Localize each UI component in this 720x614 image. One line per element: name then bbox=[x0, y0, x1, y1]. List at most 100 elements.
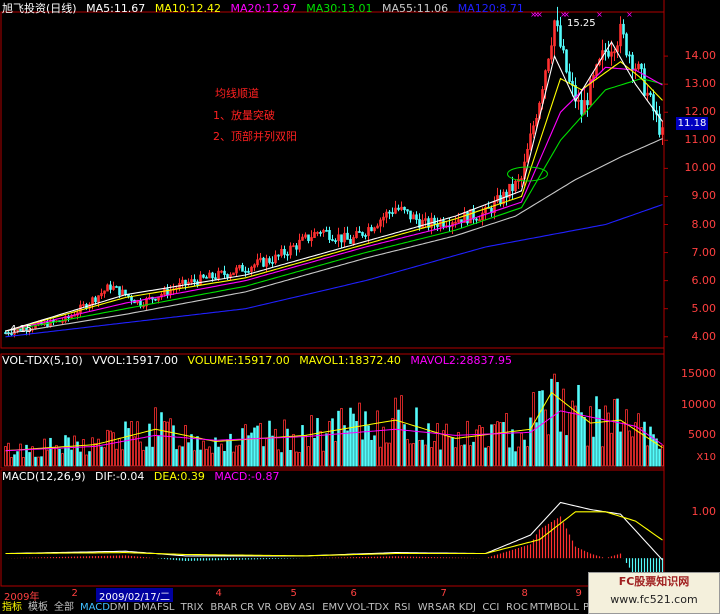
volume-bar bbox=[541, 390, 544, 467]
ma120-value: MA120:8.71 bbox=[457, 2, 524, 15]
candle-body bbox=[184, 279, 187, 285]
indicator-tab-brar[interactable]: BRAR bbox=[210, 602, 237, 614]
candle-body bbox=[388, 211, 391, 214]
low-price-label: 4.15 bbox=[10, 324, 33, 335]
candle-body bbox=[166, 288, 169, 296]
volume-bar bbox=[397, 409, 400, 467]
volume-bar bbox=[52, 446, 55, 467]
month-label: 2 bbox=[71, 588, 78, 599]
indicator-tab-vr[interactable]: VR bbox=[258, 602, 272, 614]
indicator-tab-dmi[interactable]: DMI bbox=[110, 602, 129, 614]
volume-bar bbox=[106, 429, 109, 467]
volume-bar bbox=[316, 418, 319, 467]
volume-bar bbox=[490, 424, 493, 467]
volume-bar bbox=[439, 449, 442, 467]
candle-body bbox=[283, 249, 286, 255]
volume-bar bbox=[262, 446, 265, 467]
candle-body bbox=[559, 25, 562, 47]
candle-body bbox=[223, 270, 226, 275]
mavol1-value: MAVOL1:18372.40 bbox=[299, 354, 401, 367]
volume-bar bbox=[487, 446, 490, 467]
volume-bar bbox=[292, 433, 295, 467]
volume-bar bbox=[274, 428, 277, 467]
volume-bar bbox=[361, 439, 364, 467]
volume-bar bbox=[577, 384, 580, 467]
price-tick-label: 11.00 bbox=[684, 133, 717, 147]
volume-bar bbox=[529, 417, 532, 467]
indicator-tab-rsi[interactable]: RSI bbox=[394, 602, 410, 614]
volume-bar bbox=[415, 407, 418, 467]
high-price-label: 15.25 bbox=[567, 18, 596, 29]
volume-bar bbox=[73, 435, 76, 467]
chart-canvas[interactable]: ××× ×× × × bbox=[0, 0, 720, 614]
annotation-title: 均线顺道 bbox=[215, 87, 259, 100]
volume-bar bbox=[661, 445, 664, 467]
volume-bar bbox=[400, 395, 403, 467]
indicator-tab-emv[interactable]: EMV bbox=[322, 602, 344, 614]
volume-bar bbox=[163, 421, 166, 467]
indicator-tab-boll[interactable]: BOLL bbox=[553, 602, 579, 614]
volume-bar bbox=[127, 428, 130, 467]
price-panel-header: 旭飞投资(日线) MA5:11.67 MA10:12.42 MA20:12.97… bbox=[2, 2, 530, 16]
ma55-value: MA55:11.06 bbox=[381, 2, 449, 15]
volume-bar bbox=[145, 446, 148, 467]
indicator-tab-asi[interactable]: ASI bbox=[299, 602, 315, 614]
watermark-line-2: www.fc521.com bbox=[610, 593, 698, 606]
month-label: 4 bbox=[215, 588, 222, 599]
volume-bar bbox=[253, 427, 256, 467]
indicator-tab-roc[interactable]: ROC bbox=[506, 602, 528, 614]
vvol-value: VVOL:15917.00 bbox=[92, 354, 179, 367]
volume-bar bbox=[592, 436, 595, 467]
month-label: 8 bbox=[521, 588, 528, 599]
candle-body bbox=[358, 231, 361, 233]
indicator-tab-指标[interactable]: 指标 bbox=[2, 602, 22, 614]
volume-bar bbox=[520, 432, 523, 467]
month-label: 9 bbox=[575, 588, 582, 599]
candle-body bbox=[364, 235, 367, 237]
candle-body bbox=[391, 212, 394, 215]
candle-body bbox=[565, 49, 568, 73]
candle-body bbox=[319, 232, 322, 234]
indicator-tab-obv[interactable]: OBV bbox=[275, 602, 296, 614]
candle-body bbox=[193, 279, 196, 283]
indicator-tab-mtm[interactable]: MTM bbox=[530, 602, 553, 614]
candle-body bbox=[631, 54, 634, 71]
indicator-tab-dma[interactable]: DMA bbox=[133, 602, 156, 614]
ma-line-ma120 bbox=[5, 204, 663, 338]
indicator-tab-macd[interactable]: MACD bbox=[80, 602, 110, 614]
volume-bar bbox=[226, 439, 229, 467]
candle-body bbox=[478, 219, 481, 222]
indicator-tab-vol-tdx[interactable]: VOL-TDX bbox=[346, 602, 389, 614]
indicator-tab-trix[interactable]: TRIX bbox=[181, 602, 204, 614]
candle-body bbox=[331, 239, 334, 241]
indicator-tab-模板[interactable]: 模板 bbox=[28, 602, 48, 614]
watermark-logo: FC股票知识网 www.fc521.com bbox=[588, 572, 720, 614]
volume-bar bbox=[115, 448, 118, 467]
ma30-value: MA30:13.01 bbox=[306, 2, 373, 15]
volume-bar bbox=[349, 407, 352, 467]
indicator-tab-全部[interactable]: 全部 bbox=[54, 602, 74, 614]
candle-body bbox=[271, 262, 274, 264]
indicator-tab-sar[interactable]: SAR bbox=[435, 602, 455, 614]
volume-bar bbox=[37, 456, 40, 467]
volume-bar bbox=[628, 430, 631, 467]
indicator-tab-cci[interactable]: CCI bbox=[482, 602, 499, 614]
volume-bar bbox=[319, 430, 322, 467]
volume-bar bbox=[598, 409, 601, 467]
price-tick-label: 5.00 bbox=[691, 301, 717, 315]
volume-bar bbox=[181, 446, 184, 467]
macd-title: MACD(12,26,9) bbox=[2, 470, 86, 483]
indicator-tab-fsl[interactable]: FSL bbox=[157, 602, 175, 614]
volume-bar bbox=[46, 449, 49, 467]
volume-bar bbox=[337, 410, 340, 467]
indicator-tab-cr[interactable]: CR bbox=[240, 602, 254, 614]
volume-bar bbox=[586, 445, 589, 467]
volume-bar bbox=[391, 418, 394, 467]
volume-bar bbox=[208, 446, 211, 467]
indicator-tab-wr[interactable]: WR bbox=[418, 602, 435, 614]
indicator-tab-kdj[interactable]: KDJ bbox=[459, 602, 476, 614]
volume-bar bbox=[259, 422, 262, 467]
vol-title: VOL-TDX(5,10) bbox=[2, 354, 83, 367]
volume-bar bbox=[601, 446, 604, 467]
volume-bar bbox=[424, 444, 427, 467]
